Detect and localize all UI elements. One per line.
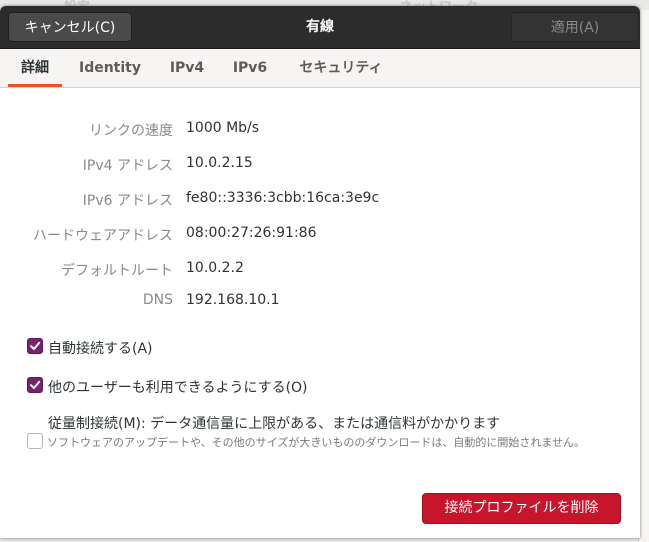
ipv6-address-label: IPv6 アドレス xyxy=(82,193,173,209)
default-route-label: デフォルトルート xyxy=(61,263,173,279)
all-users-checkbox[interactable] xyxy=(27,377,43,393)
wired-connection-dialog: キャンセル(C) 有線 適用(A) 詳細 Identity IPv4 IPv6 … xyxy=(0,6,640,538)
dns-value: 192.168.10.1 xyxy=(186,292,280,308)
auto-connect-checkbox[interactable] xyxy=(27,338,43,354)
link-speed-value: 1000 Mb/s xyxy=(186,120,260,136)
tab-details[interactable]: 詳細 xyxy=(8,49,62,87)
ipv4-address-label: IPv4 アドレス xyxy=(82,158,173,174)
dialog-headerbar: キャンセル(C) 有線 適用(A) xyxy=(0,6,640,49)
dns-label: DNS xyxy=(142,292,173,308)
auto-connect-label[interactable]: 自動接続する(A) xyxy=(48,338,153,358)
metered-connection-label[interactable]: 従量制接続(M): データ通信量に上限がある、または通信料がかかります xyxy=(48,413,500,433)
delete-profile-button[interactable]: 接続プロファイルを削除 xyxy=(422,493,621,524)
ipv6-address-value: fe80::3336:3cbb:16ca:3e9c xyxy=(186,190,380,206)
checkmark-icon xyxy=(30,380,41,389)
default-route-value: 10.0.2.2 xyxy=(186,260,244,276)
tab-ipv4[interactable]: IPv4 xyxy=(160,49,214,87)
hardware-address-label: ハードウェアアドレス xyxy=(33,228,173,244)
details-panel: リンクの速度 1000 Mb/s IPv4 アドレス 10.0.2.15 IPv… xyxy=(0,88,640,538)
tab-security[interactable]: セキュリティ xyxy=(288,49,394,87)
tab-bar: 詳細 Identity IPv4 IPv6 セキュリティ xyxy=(0,49,640,88)
metered-connection-description: ソフトウェアのアップデートや、その他のサイズが大きいもののダウンロードは、自動的… xyxy=(47,436,586,449)
tab-ipv6[interactable]: IPv6 xyxy=(224,49,276,87)
all-users-label[interactable]: 他のユーザーも利用できるようにする(O) xyxy=(48,377,308,397)
metered-connection-checkbox[interactable] xyxy=(27,433,43,449)
apply-button[interactable]: 適用(A) xyxy=(511,12,639,42)
ipv4-address-value: 10.0.2.15 xyxy=(186,155,253,171)
link-speed-label: リンクの速度 xyxy=(89,123,173,139)
tab-identity[interactable]: Identity xyxy=(72,49,148,87)
cancel-button[interactable]: キャンセル(C) xyxy=(8,12,132,42)
hardware-address-value: 08:00:27:26:91:86 xyxy=(186,225,317,241)
checkmark-icon xyxy=(30,341,41,350)
